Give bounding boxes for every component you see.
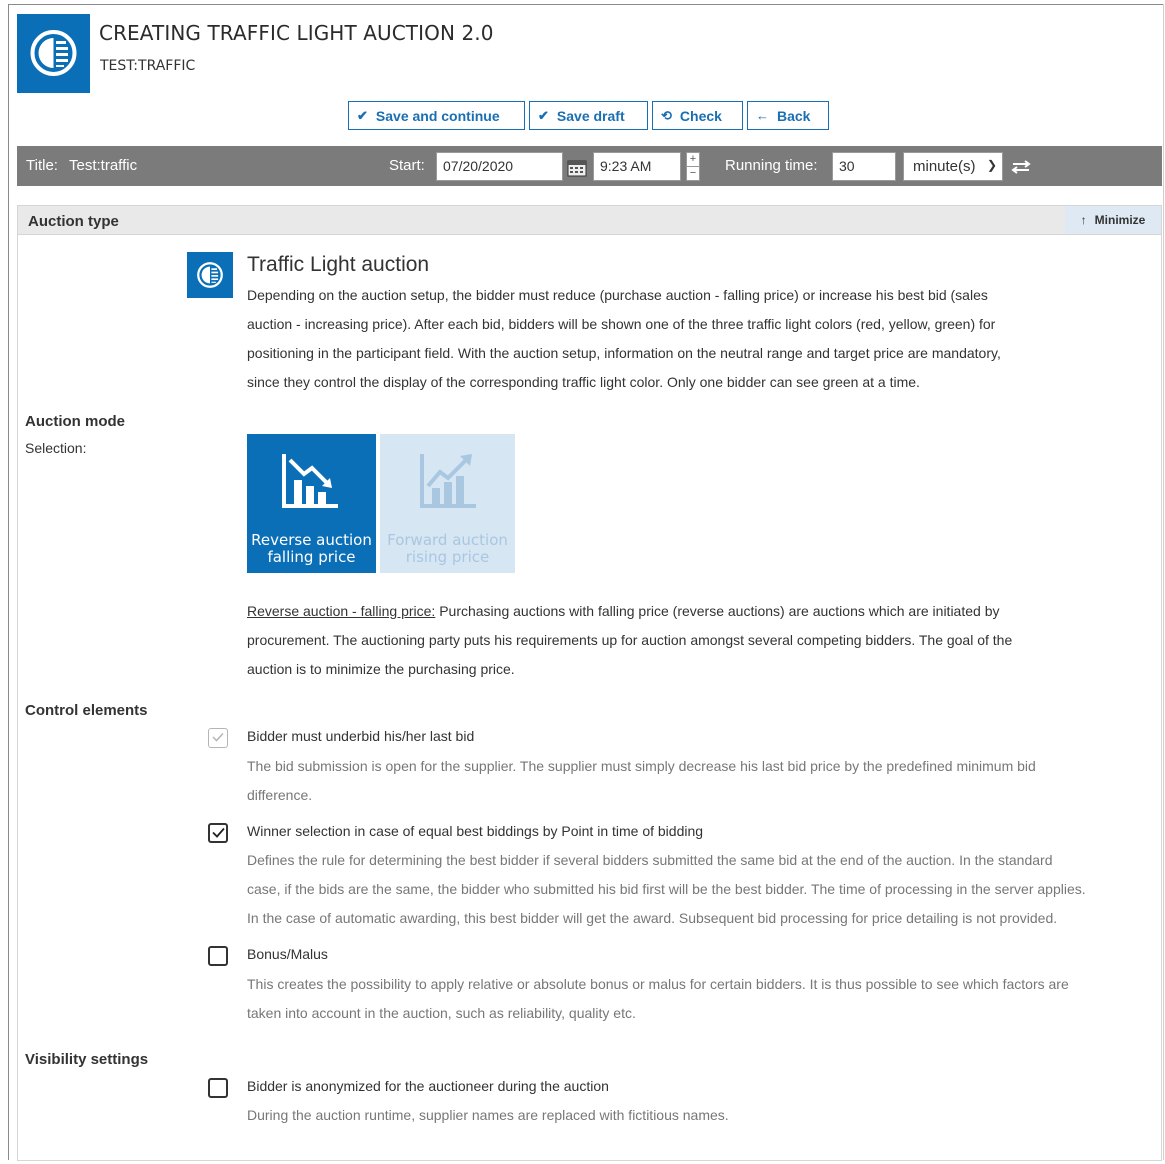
auction-type-panel-header: Auction type ↑ Minimize <box>17 205 1162 235</box>
refresh-icon: ⟲ <box>661 107 672 123</box>
start-time-input[interactable]: 9:23 AM <box>593 152 681 181</box>
auction-mode-info: Reverse auction - falling price: Purchas… <box>247 597 1127 684</box>
control-elements-label: Control elements <box>25 702 148 719</box>
auction-meta-bar: Title: Test:traffic Start: 07/20/2020 9:… <box>17 146 1162 186</box>
reverse-auction-line1: Reverse auction <box>251 531 372 549</box>
info-line: procurement. The auctioning party puts h… <box>247 632 1013 648</box>
description-line: since they control the display of the co… <box>247 374 920 390</box>
back-button[interactable]: ← Back <box>747 101 829 130</box>
visibility-settings-label: Visibility settings <box>25 1051 149 1068</box>
traffic-light-auction-icon <box>187 252 233 298</box>
page-subtitle: TEST:TRAFFIC <box>100 58 196 74</box>
title-label: Title: <box>26 157 58 174</box>
checkmark-icon <box>212 732 224 742</box>
rising-chart-icon <box>420 454 476 508</box>
forward-auction-line2: rising price <box>405 548 490 566</box>
bonus-malus-description: This creates the possibility to apply re… <box>247 970 1147 1028</box>
description-line: In the case of automatic awarding, this … <box>247 910 1058 926</box>
running-time-label: Running time: <box>725 157 818 174</box>
checkmark-icon: ✔ <box>538 107 549 123</box>
auction-type-description: Depending on the auction setup, the bidd… <box>247 281 1127 397</box>
running-time-input[interactable]: 30 <box>832 152 896 181</box>
underbid-checkbox[interactable] <box>208 728 228 748</box>
checkmark-icon: ✔ <box>357 107 368 123</box>
description-line: case, if the bids are the same, the bidd… <box>247 881 1086 897</box>
info-line: auction is to minimize the purchasing pr… <box>247 661 515 677</box>
back-label: Back <box>777 107 811 124</box>
description-line: taken into account in the auction, such … <box>247 1005 636 1021</box>
minus-icon[interactable]: − <box>687 167 699 180</box>
bonus-malus-checkbox[interactable] <box>208 946 228 966</box>
save-draft-button[interactable]: ✔ Save draft <box>529 101 648 130</box>
arrow-left-icon: ← <box>756 108 769 123</box>
auction-logo-icon <box>17 14 90 93</box>
title-value: Test:traffic <box>69 157 138 174</box>
toolbar: ✔ Save and continue ✔ Save draft ⟲ Check… <box>348 101 829 130</box>
check-label: Check <box>679 107 722 124</box>
reverse-auction-info-title: Reverse auction - falling price: <box>247 603 436 619</box>
time-unit-value: minute(s) <box>913 158 976 175</box>
description-line: Depending on the auction setup, the bidd… <box>247 287 988 303</box>
description-line: During the auction runtime, supplier nam… <box>247 1107 729 1123</box>
check-button[interactable]: ⟲ Check <box>652 101 743 130</box>
reverse-auction-line2: falling price <box>267 548 356 566</box>
info-line: Purchasing auctions with falling price (… <box>435 603 1000 619</box>
minimize-label: Minimize <box>1094 213 1146 227</box>
auction-type-name: Traffic Light auction <box>247 253 430 276</box>
description-line: auction - increasing price). After each … <box>247 316 996 332</box>
swap-arrows-icon[interactable] <box>1011 160 1031 174</box>
reverse-auction-tile[interactable]: Reverse auction falling price <box>247 434 376 573</box>
underbid-label: Bidder must underbid his/her last bid <box>247 728 475 744</box>
anonymize-bidder-checkbox[interactable] <box>208 1078 228 1098</box>
forward-auction-tile[interactable]: Forward auction rising price <box>380 434 515 573</box>
chevron-down-icon: ❯ <box>986 158 997 172</box>
description-line: Defines the rule for determining the bes… <box>247 852 1053 868</box>
minimize-button[interactable]: ↑ Minimize <box>1065 206 1161 234</box>
window-frame-edge <box>1163 4 1164 1160</box>
time-unit-select[interactable]: minute(s) ❯ <box>903 152 1003 181</box>
description-line: The bid submission is open for the suppl… <box>247 758 1036 774</box>
anonymize-bidder-label: Bidder is anonymized for the auctioneer … <box>247 1078 609 1094</box>
arrow-up-icon: ↑ <box>1080 213 1087 227</box>
description-line: This creates the possibility to apply re… <box>247 976 1069 992</box>
description-line: difference. <box>247 787 313 803</box>
underbid-description: The bid submission is open for the suppl… <box>247 752 1147 810</box>
page-title: CREATING TRAFFIC LIGHT AUCTION 2.0 <box>99 21 494 45</box>
winner-selection-label: Winner selection in case of equal best b… <box>247 823 704 839</box>
save-and-continue-button[interactable]: ✔ Save and continue <box>348 101 525 130</box>
start-label: Start: <box>389 157 425 174</box>
anonymize-bidder-description: During the auction runtime, supplier nam… <box>247 1101 1147 1130</box>
panel-title: Auction type <box>28 213 119 230</box>
calendar-icon[interactable] <box>567 159 587 177</box>
winner-selection-checkbox[interactable] <box>208 823 228 843</box>
selection-label: Selection: <box>25 440 87 456</box>
description-line: positioning in the participant field. Wi… <box>247 345 1001 361</box>
forward-auction-line1: Forward auction <box>387 531 508 549</box>
start-date-input[interactable]: 07/20/2020 <box>436 152 563 181</box>
save-draft-label: Save draft <box>556 107 625 124</box>
falling-chart-icon <box>282 454 338 508</box>
save-and-continue-label: Save and continue <box>375 107 500 124</box>
bonus-malus-label: Bonus/Malus <box>247 946 328 962</box>
auction-mode-label: Auction mode <box>25 413 125 430</box>
plus-icon[interactable]: + <box>687 153 699 166</box>
checkmark-icon <box>212 827 225 838</box>
time-stepper[interactable]: + − <box>686 152 700 181</box>
winner-selection-description: Defines the rule for determining the bes… <box>247 846 1147 933</box>
